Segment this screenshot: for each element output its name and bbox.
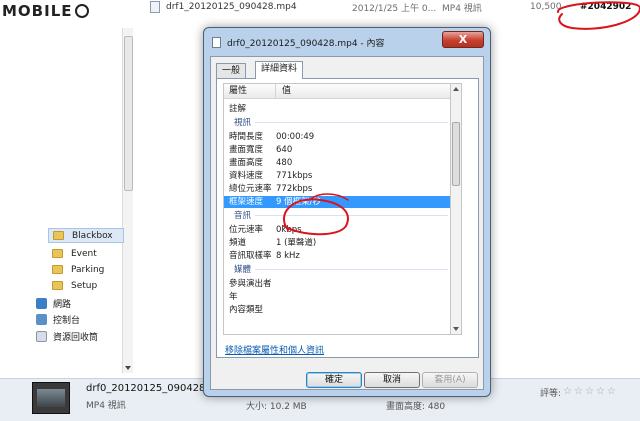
- tab-details[interactable]: 詳細資料: [255, 61, 304, 79]
- red-annotation-marks: [282, 1, 640, 236]
- annotation-circle-tag: [556, 1, 640, 30]
- annotation-circle-framerate: [282, 198, 349, 236]
